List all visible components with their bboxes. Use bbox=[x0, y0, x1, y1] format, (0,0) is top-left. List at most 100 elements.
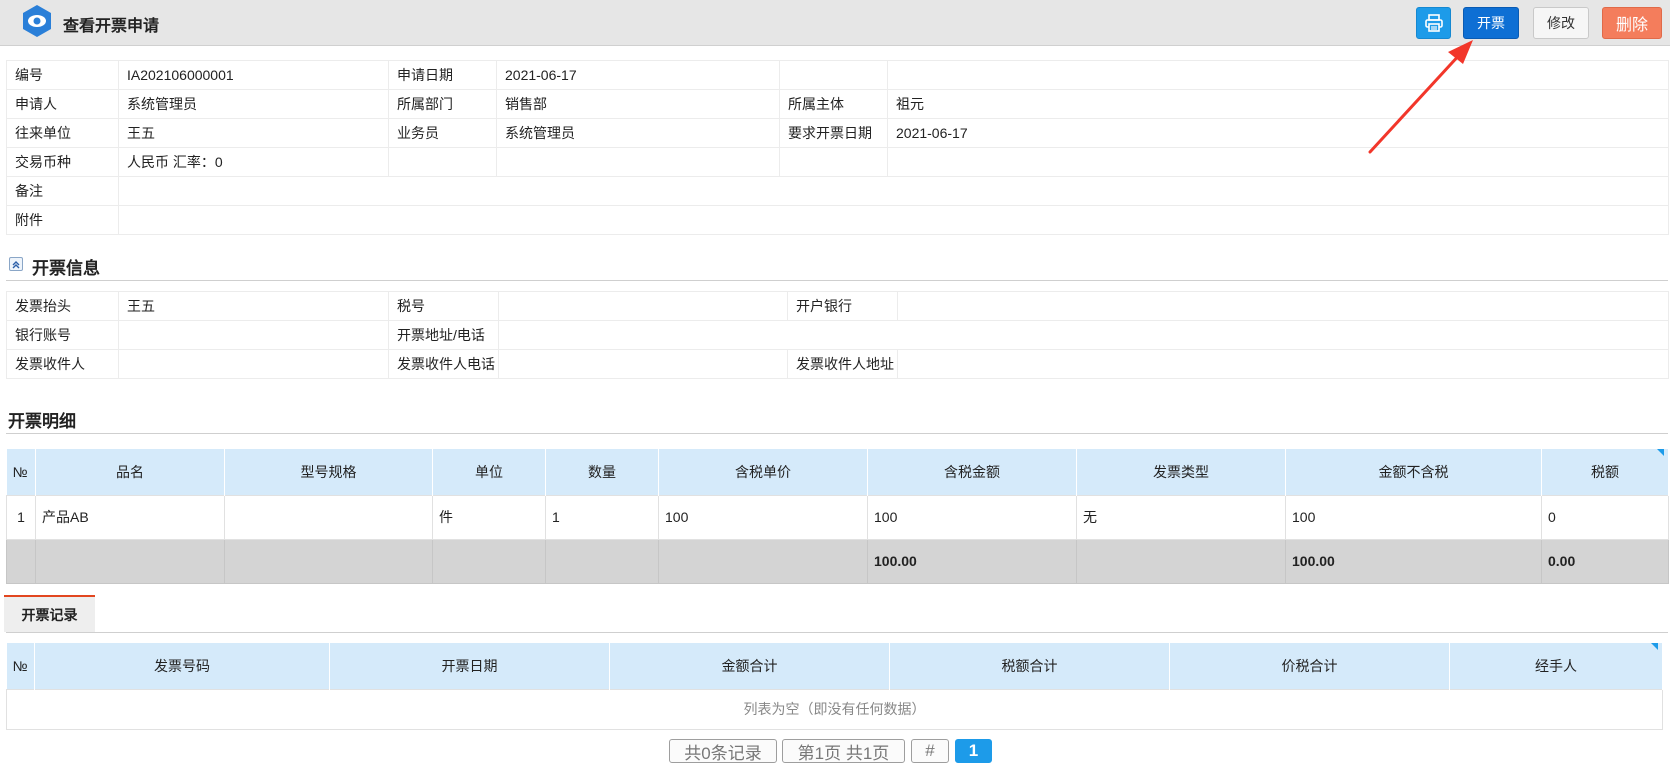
field-value bbox=[498, 320, 1669, 350]
field-label: 发票收件人电话 bbox=[388, 349, 499, 379]
table-cell: 100 bbox=[658, 494, 868, 540]
column-header[interactable]: 发票号码 bbox=[34, 643, 330, 689]
field-label: 发票收件人地址 bbox=[787, 349, 898, 379]
field-label: 所属部门 bbox=[388, 89, 497, 119]
info-row: 申请人 系统管理员 所属部门 销售部 所属主体 祖元 bbox=[6, 89, 1669, 119]
field-value: 系统管理员 bbox=[496, 118, 780, 148]
column-header[interactable]: 金额不含税 bbox=[1285, 449, 1542, 495]
page-jump-button[interactable]: # bbox=[911, 739, 949, 763]
field-label: 要求开票日期 bbox=[779, 118, 888, 148]
print-button[interactable] bbox=[1416, 7, 1451, 39]
column-header[interactable]: 税额合计 bbox=[889, 643, 1170, 689]
column-header[interactable]: № bbox=[6, 449, 36, 495]
column-header[interactable]: 含税单价 bbox=[658, 449, 868, 495]
details-section-header: 开票明细 bbox=[6, 400, 1668, 434]
field-value: 王五 bbox=[118, 118, 389, 148]
field-label: 开户银行 bbox=[787, 291, 898, 321]
info-row: 发票收件人 发票收件人电话 发票收件人地址 bbox=[6, 349, 1669, 379]
field-value bbox=[887, 60, 1669, 90]
field-value bbox=[887, 147, 1669, 177]
field-value: 王五 bbox=[118, 291, 389, 321]
field-label bbox=[388, 147, 497, 177]
field-label bbox=[779, 147, 888, 177]
attachment-value bbox=[118, 205, 1669, 235]
empty-row: 列表为空（即没有任何数据） bbox=[6, 688, 1663, 730]
field-label: 编号 bbox=[6, 60, 119, 90]
field-value bbox=[118, 320, 389, 350]
total-tax-included-amount: 100.00 bbox=[867, 538, 1077, 584]
tab-bar-divider bbox=[6, 632, 1668, 633]
field-value: 系统管理员 bbox=[118, 89, 389, 119]
table-cell bbox=[35, 538, 225, 584]
field-label: 交易币种 bbox=[6, 147, 119, 177]
collapse-icon[interactable] bbox=[9, 257, 23, 271]
column-header[interactable]: № bbox=[6, 643, 35, 689]
tab-invoice-records[interactable]: 开票记录 bbox=[4, 595, 95, 632]
attachment-label: 附件 bbox=[6, 205, 119, 235]
table-cell: 无 bbox=[1076, 494, 1286, 540]
field-label: 发票收件人 bbox=[6, 349, 119, 379]
info-row: 编号 IA202106000001 申请日期 2021-06-17 bbox=[6, 60, 1669, 90]
table-cell bbox=[658, 538, 868, 584]
field-label: 银行账号 bbox=[6, 320, 119, 350]
field-value: 人民币 汇率：0 bbox=[118, 147, 389, 177]
column-header[interactable]: 数量 bbox=[545, 449, 659, 495]
table-cell bbox=[1076, 538, 1286, 584]
issue-invoice-button[interactable]: 开票 bbox=[1463, 7, 1519, 39]
table-cell: 100 bbox=[867, 494, 1077, 540]
grid-header-row: № 品名 型号规格 单位 数量 含税单价 含税金额 发票类型 金额不含税 税额 bbox=[6, 449, 1669, 495]
field-label: 业务员 bbox=[388, 118, 497, 148]
column-header[interactable]: 价税合计 bbox=[1169, 643, 1450, 689]
field-label: 税号 bbox=[388, 291, 499, 321]
column-header[interactable]: 开票日期 bbox=[329, 643, 610, 689]
field-value: IA202106000001 bbox=[118, 60, 389, 90]
column-header[interactable]: 单位 bbox=[432, 449, 546, 495]
field-label bbox=[779, 60, 888, 90]
info-row: 银行账号 开票地址/电话 bbox=[6, 320, 1669, 350]
invoice-details-grid: № 品名 型号规格 单位 数量 含税单价 含税金额 发票类型 金额不含税 税额 … bbox=[6, 449, 1669, 584]
remarks-value bbox=[118, 176, 1669, 206]
total-records-label: 共0条记录 bbox=[669, 739, 777, 763]
column-header[interactable]: 含税金额 bbox=[867, 449, 1077, 495]
printer-icon bbox=[1424, 14, 1443, 32]
field-value bbox=[118, 349, 389, 379]
invoice-info-section-header: 开票信息 bbox=[6, 247, 1668, 281]
info-row-remarks: 备注 bbox=[6, 176, 1669, 206]
table-cell: 1 bbox=[6, 494, 36, 540]
page-header: 查看开票申请 开票 修改 删除 bbox=[0, 0, 1670, 46]
table-cell bbox=[224, 494, 433, 540]
column-header[interactable]: 发票类型 bbox=[1076, 449, 1286, 495]
section-title: 开票明细 bbox=[8, 412, 76, 431]
column-header[interactable]: 金额合计 bbox=[609, 643, 890, 689]
column-header[interactable]: 品名 bbox=[35, 449, 225, 495]
field-value bbox=[496, 147, 780, 177]
field-label: 开票地址/电话 bbox=[388, 320, 499, 350]
edit-button[interactable]: 修改 bbox=[1533, 7, 1589, 39]
total-tax: 0.00 bbox=[1541, 538, 1669, 584]
table-row[interactable]: 1 产品AB 件 1 100 100 无 100 0 bbox=[6, 494, 1669, 540]
grid-header-row: № 发票号码 开票日期 金额合计 税额合计 价税合计 经手人 bbox=[6, 643, 1663, 689]
table-cell: 1 bbox=[545, 494, 659, 540]
column-header[interactable]: 经手人 bbox=[1449, 643, 1663, 689]
eye-logo-icon bbox=[23, 5, 51, 37]
total-amount-excl-tax: 100.00 bbox=[1285, 538, 1542, 584]
field-label: 所属主体 bbox=[779, 89, 888, 119]
section-title: 开票信息 bbox=[32, 259, 100, 278]
column-header[interactable]: 型号规格 bbox=[224, 449, 433, 495]
grid-corner-marker bbox=[1657, 449, 1664, 456]
field-label: 发票抬头 bbox=[6, 291, 119, 321]
table-cell: 0 bbox=[1541, 494, 1669, 540]
current-page-button[interactable]: 1 bbox=[955, 739, 992, 763]
info-row: 交易币种 人民币 汇率：0 bbox=[6, 147, 1669, 177]
table-cell: 产品AB bbox=[35, 494, 225, 540]
grid-corner-marker bbox=[1651, 643, 1658, 650]
table-cell bbox=[6, 538, 36, 584]
field-label: 往来单位 bbox=[6, 118, 119, 148]
info-row-attachment: 附件 bbox=[6, 205, 1669, 235]
column-header[interactable]: 税额 bbox=[1541, 449, 1669, 495]
field-label: 申请日期 bbox=[388, 60, 497, 90]
field-value: 祖元 bbox=[887, 89, 1669, 119]
field-value bbox=[498, 349, 788, 379]
delete-button[interactable]: 删除 bbox=[1602, 7, 1662, 39]
totals-row: 100.00 100.00 0.00 bbox=[6, 538, 1669, 584]
